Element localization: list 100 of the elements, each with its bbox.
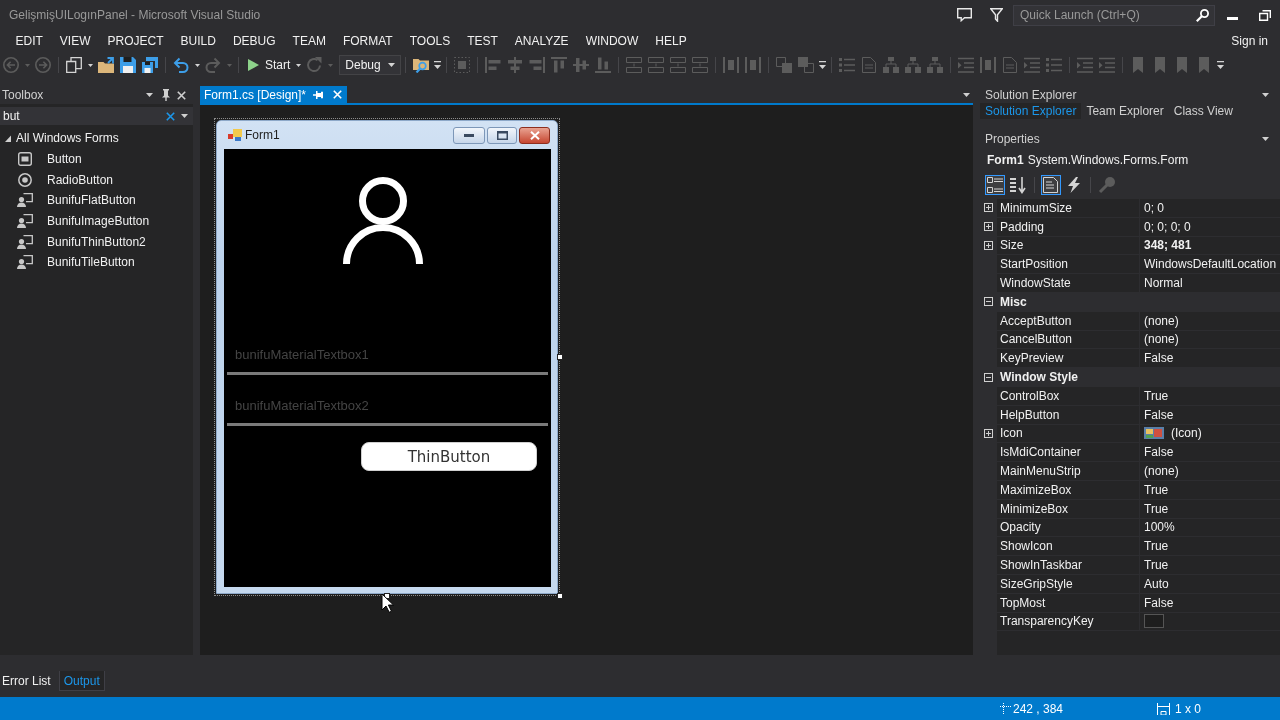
menu-item[interactable]: FORMAT [334,32,402,50]
toolbox-item[interactable]: RadioButton [0,169,193,191]
property-value[interactable]: 0; 0 [1140,199,1280,217]
menu-item[interactable]: EDIT [7,32,52,50]
search-icon[interactable] [1196,8,1209,22]
user-card-icon [17,255,33,270]
expand-icon[interactable] [984,428,993,438]
document-tab[interactable]: Form1.cs [Design]* [200,86,348,103]
property-value[interactable]: WindowsDefaultLocation [1140,255,1280,274]
expand-icon[interactable] [984,203,993,213]
expand-icon[interactable] [984,222,993,232]
overflow-caret-icon[interactable] [433,61,441,69]
menu-item[interactable]: DEBUG [224,32,285,50]
menu-item[interactable]: BUILD [172,32,225,50]
collapse-icon[interactable] [984,297,993,307]
dropdown-icon[interactable] [146,93,153,97]
underlined-text-field[interactable]: bunifuMaterialTextbox1 [227,342,548,375]
property-value[interactable]: True [1140,386,1280,405]
dropdown-icon[interactable] [963,93,970,97]
property-value[interactable]: False [1140,443,1280,462]
close-icon[interactable] [177,90,186,100]
start-button[interactable]: Start [243,54,294,76]
property-value[interactable]: False [1140,349,1280,368]
sort-icon[interactable] [1008,175,1028,195]
save-all-icon[interactable] [142,57,158,73]
folder-search-icon[interactable] [413,57,430,73]
pin-icon[interactable] [313,90,324,99]
toolbox-item[interactable]: BunifuThinButton2 [0,231,193,253]
property-value[interactable]: False [1140,593,1280,612]
toolbox-group[interactable]: All Windows Forms [0,128,193,149]
resize-handle[interactable] [557,354,563,360]
restore-icon[interactable] [1259,9,1271,21]
pin-icon[interactable] [162,89,170,101]
menu-item[interactable]: TEAM [284,32,335,50]
property-name: MainMenuStrip [997,462,1140,480]
panel-tab[interactable]: Solution Explorer [980,103,1082,119]
maximize-button[interactable] [487,126,517,144]
panel-tab[interactable]: Class View [1168,103,1238,119]
expander-arrow-icon[interactable] [5,134,11,142]
caret-icon[interactable] [295,63,301,67]
toolbox-item[interactable]: BunifuFlatButton [0,190,193,211]
menu-item[interactable]: HELP [646,32,696,50]
property-value[interactable]: Normal [1140,274,1280,292]
toolbox-item[interactable]: BunifuTileButton [0,252,193,273]
minimize-icon[interactable] [1227,16,1238,20]
overflow-caret-icon[interactable] [818,61,826,69]
menu-item[interactable]: TOOLS [401,32,459,50]
resize-handle[interactable] [557,593,563,599]
property-value[interactable]: True [1140,537,1280,556]
minimize-button[interactable] [453,126,485,144]
dropdown-icon[interactable] [1262,136,1269,141]
configuration-dropdown[interactable]: Debug [339,55,402,75]
property-value[interactable]: False [1140,405,1280,424]
property-name: TransparencyKey [997,612,1140,631]
menu-item[interactable]: ANALYZE [506,32,578,50]
toolbox-item[interactable]: BunifuImageButton [0,210,193,232]
property-value[interactable]: True [1140,556,1280,574]
property-value[interactable]: True [1140,499,1280,518]
object-selector[interactable]: Form1 System.Windows.Forms.Form [980,150,1280,170]
property-value[interactable]: (none) [1140,462,1280,480]
panel-tab[interactable]: Output [58,671,105,691]
grouped-list-icon[interactable] [985,175,1005,195]
menu-item[interactable]: TEST [458,32,507,50]
close-button[interactable] [519,126,550,144]
speech-bubble-icon[interactable] [957,8,972,22]
property-value[interactable]: Auto [1140,574,1280,593]
property-value[interactable]: True [1140,480,1280,499]
menu-item[interactable]: VIEW [51,32,99,50]
property-value[interactable]: (Icon) [1140,424,1280,443]
toolbox-item[interactable]: Button [0,148,193,170]
property-value[interactable]: 100% [1140,518,1280,537]
property-value[interactable]: 0; 0; 0; 0 [1140,217,1280,236]
expand-icon[interactable] [984,241,993,250]
quick-launch-field[interactable]: Quick Launch (Ctrl+Q) [1013,4,1215,26]
form-button[interactable]: ThinButton [361,442,537,471]
property-value[interactable]: (none) [1140,311,1280,330]
undo-icon[interactable] [173,57,189,73]
dropdown-icon[interactable] [181,114,188,118]
property-name: AcceptButton [997,311,1140,330]
panel-tab[interactable]: Team Explorer [1081,103,1169,119]
page-lines-icon[interactable] [1041,175,1061,195]
property-name: StartPosition [997,255,1140,274]
save-icon[interactable] [120,57,136,73]
sign-in-link[interactable]: Sign in [1231,34,1268,48]
caret-icon[interactable] [194,63,200,67]
collapse-icon[interactable] [984,372,993,382]
menu-item[interactable]: WINDOW [577,32,647,50]
search-field[interactable]: but [0,107,193,125]
menu-item[interactable]: PROJECT [99,32,173,50]
property-value[interactable]: (none) [1140,330,1280,349]
overflow-caret-icon[interactable] [1216,61,1224,69]
stacked-pages-icon[interactable] [66,57,82,73]
caret-icon[interactable] [87,63,93,67]
panel-tab[interactable]: Error List [0,671,56,691]
underlined-text-field[interactable]: bunifuMaterialTextbox2 [227,393,548,426]
dropdown-icon[interactable] [1262,92,1269,97]
open-folder-icon[interactable] [98,57,114,73]
clear-icon[interactable] [166,111,175,121]
filter-icon[interactable] [990,8,1003,22]
property-value[interactable]: 348; 481 [1140,236,1280,255]
